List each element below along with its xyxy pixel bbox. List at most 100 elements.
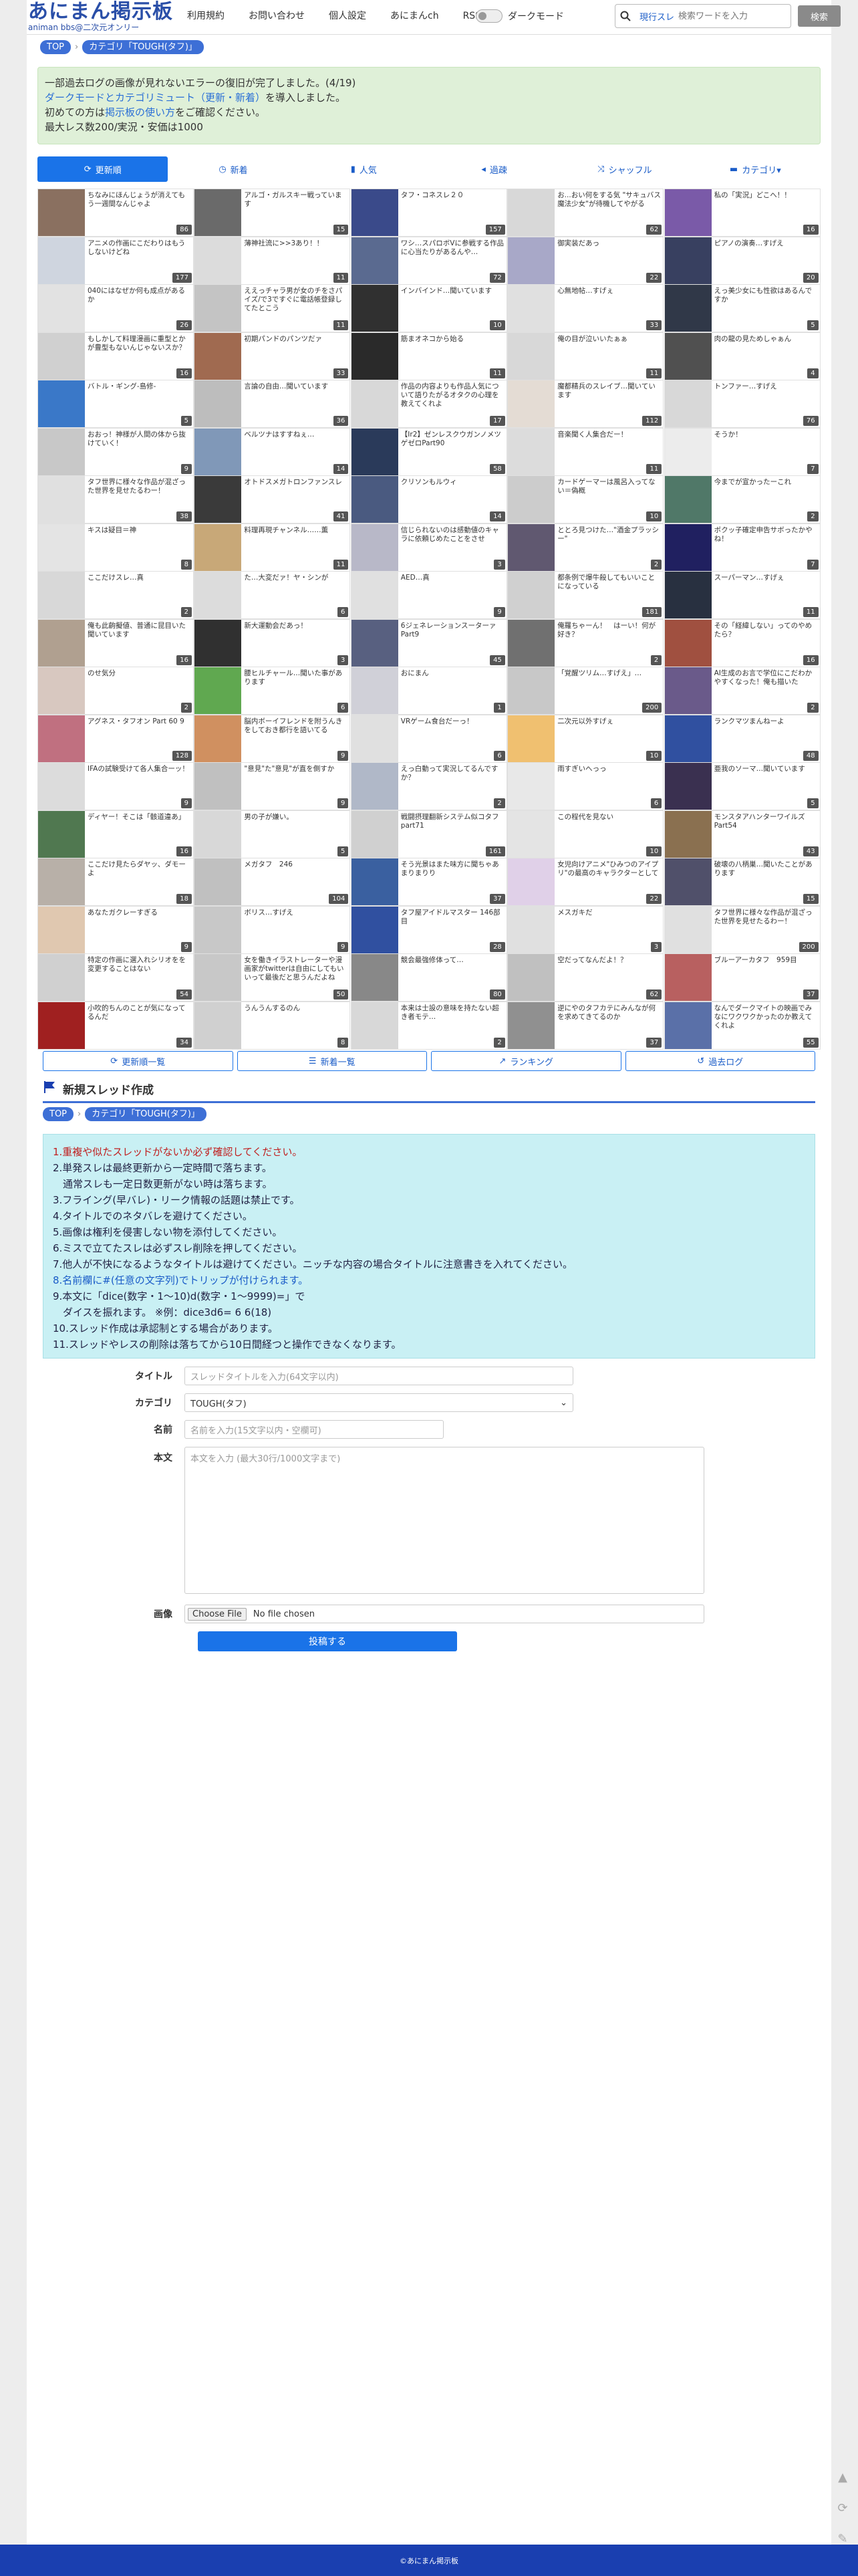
thread-title[interactable]: インバインド…聞いています <box>401 287 505 296</box>
thread-thumbnail[interactable] <box>194 428 242 475</box>
thread-thumbnail[interactable] <box>664 476 712 523</box>
thread-title[interactable]: トンファー…すげえ <box>714 382 819 391</box>
thread-title[interactable]: そう光景はまた味方に聞ちゃあまりまりり <box>401 860 505 878</box>
image-file-input[interactable]: Choose File No file chosen <box>184 1605 704 1623</box>
thread-thumbnail[interactable] <box>351 380 398 427</box>
thread-thumbnail[interactable] <box>194 380 242 427</box>
nav-animan-ch[interactable]: あにまんch <box>381 9 448 23</box>
thread-title[interactable]: 腰ヒルチャール…聞いた事があります <box>244 669 348 687</box>
thread-title[interactable]: お...おい何をする気 "サキュバス魔法少女"が待機してやがる <box>557 191 662 209</box>
thread-title[interactable]: そうか！ <box>714 431 819 439</box>
thread-thumbnail[interactable] <box>38 906 85 953</box>
thread-thumbnail[interactable] <box>351 715 398 762</box>
choose-file-button[interactable]: Choose File <box>188 1607 247 1621</box>
thread-card[interactable]: 料理再現チャンネル……薫 11 <box>194 523 351 572</box>
thread-thumbnail[interactable] <box>38 572 85 618</box>
thread-card[interactable]: IFAの試験受けて各人集合ーッ！ 9 <box>37 762 194 810</box>
thread-card[interactable]: アルゴ・ガルスキー戦っています 15 <box>194 189 351 237</box>
thread-thumbnail[interactable] <box>664 763 712 810</box>
search-input[interactable] <box>678 11 779 21</box>
thread-title[interactable]: 私の「実況」どこへ！！ <box>714 191 819 200</box>
thread-card[interactable]: ととろ見つけた…"酒金プラッシー" 2 <box>507 523 664 572</box>
name-input[interactable]: 名前を入力(15文字以内・空欄可) <box>184 1420 444 1439</box>
thread-card[interactable]: 信じられないのは感動値のキャラに依頼じめたことをさせ 3 <box>350 523 507 572</box>
thread-card[interactable]: ディヤー！そこは「骸道違あ」 16 <box>37 810 194 858</box>
thread-card[interactable]: 薄神社流に>>3あり！！ 11 <box>194 236 351 285</box>
thread-card[interactable]: 俺羅ちゃーん！ はーい！何が好き？ 2 <box>507 618 664 667</box>
thread-title[interactable]: 空だってなんだよ！？ <box>557 956 662 965</box>
category-select[interactable]: TOUGH(タフ) ⌄ <box>184 1393 573 1412</box>
thread-title[interactable]: モンスタアハンターワイルズPart54 <box>714 813 819 830</box>
thread-thumbnail[interactable] <box>38 476 85 523</box>
thread-title[interactable]: 俺も此齣擬値、普通に昆目いた聞いています <box>88 622 192 639</box>
thread-card[interactable]: モンスタアハンターワイルズPart54 43 <box>664 810 821 858</box>
thread-title[interactable]: アルゴ・ガルスキー戦っています <box>244 191 348 209</box>
dark-mode-switch[interactable] <box>476 9 503 23</box>
thread-title[interactable]: もしかして料理漫画に重型とかが豊型もないんじゃないスか？ <box>88 335 192 352</box>
thread-thumbnail[interactable] <box>664 667 712 714</box>
thread-title[interactable]: 男の子が嫌い。 <box>244 813 348 822</box>
thread-title[interactable]: 作品の内容よりも作品人気について語りたがるオタクの心理を教えてくれよ <box>401 382 505 408</box>
thread-title[interactable]: 肉の龍の見ためしゃぁん <box>714 335 819 344</box>
thread-card[interactable]: ボクッ子確定申告サボったかやね！ 7 <box>664 523 821 572</box>
thread-card[interactable]: ここだけ見たらダヤッ、ダモーよ 18 <box>37 858 194 906</box>
thread-thumbnail[interactable] <box>508 810 555 858</box>
new-list-link[interactable]: ☰ 新着一覧 <box>237 1051 427 1071</box>
thread-thumbnail[interactable] <box>664 332 712 380</box>
thread-card[interactable]: 私の「実況」どこへ！！ 16 <box>664 189 821 237</box>
thread-thumbnail[interactable] <box>194 906 242 953</box>
tab-category[interactable]: ▬ カテゴリ▾ <box>690 156 821 182</box>
thread-thumbnail[interactable] <box>38 810 85 858</box>
thread-thumbnail[interactable] <box>351 1002 398 1049</box>
thread-title[interactable]: ボクッ子確定申告サボったかやね！ <box>714 526 819 544</box>
thread-card[interactable]: 俺も此齣擬値、普通に昆目いた聞いています 16 <box>37 618 194 667</box>
tab-new[interactable]: ◷ 新着 <box>168 156 299 182</box>
thread-card[interactable]: 特定の作画に選入れシリオをを変更することはない 54 <box>37 953 194 1002</box>
thread-thumbnail[interactable] <box>508 285 555 332</box>
thread-thumbnail[interactable] <box>38 332 85 380</box>
thread-thumbnail[interactable] <box>508 715 555 762</box>
thread-thumbnail[interactable] <box>351 237 398 284</box>
thread-thumbnail[interactable] <box>351 189 398 236</box>
thread-title[interactable]: ここだけスレ…真 <box>88 574 192 582</box>
thread-card[interactable]: アグネス・タフオン Part 60 9 128 <box>37 714 194 763</box>
thread-card[interactable]: 都条例で爆牛殺してもいいことになっている 181 <box>507 571 664 619</box>
thread-card[interactable]: 040にはなぜか何も成点があるか 26 <box>37 284 194 332</box>
thread-title[interactable]: 女を働きイラストレーターや漫画家がtwitterは自由にしてもいいって最後だと思… <box>244 956 348 982</box>
title-input[interactable]: スレッドタイトルを入力(64文字以内) <box>184 1367 573 1385</box>
thread-thumbnail[interactable] <box>194 1002 242 1049</box>
thread-title[interactable]: 「覚醒ツリム…すげえ」… <box>557 669 662 678</box>
thread-card[interactable]: ええっチャラ男が女のチをさパイズ/で3ですぐに電話帳登録してたとこう 11 <box>194 284 351 332</box>
thread-title[interactable]: 俺の目が泣いいたぁぁ <box>557 335 662 344</box>
thread-card[interactable]: ランクマツまんねーよ 48 <box>664 714 821 763</box>
thread-thumbnail[interactable] <box>194 523 242 571</box>
thread-title[interactable]: 今までが宣かったーこれ <box>714 478 819 487</box>
thread-card[interactable]: あなたガクレーすぎる 9 <box>37 905 194 954</box>
thread-thumbnail[interactable] <box>194 572 242 618</box>
thread-title[interactable]: ととろ見つけた…"酒金プラッシー" <box>557 526 662 544</box>
thread-title[interactable]: おおっ！神様が人間の体から抜けていく！ <box>88 431 192 448</box>
thread-thumbnail[interactable] <box>351 954 398 1001</box>
usage-guide-link[interactable]: 掲示板の使い方 <box>105 106 175 118</box>
thread-title[interactable]: ワシ…スパロボVに参戦する作品に心当たりがあるんや… <box>401 239 505 257</box>
thread-card[interactable]: ちなみにほんじょうが消えてもう一週間なんじゃよ 86 <box>37 189 194 237</box>
thread-thumbnail[interactable] <box>508 428 555 475</box>
thread-card[interactable]: ボリス…すげえ 9 <box>194 905 351 954</box>
thread-thumbnail[interactable] <box>508 1002 555 1049</box>
thread-thumbnail[interactable] <box>351 763 398 810</box>
thread-title[interactable]: 料理再現チャンネル……薫 <box>244 526 348 535</box>
thread-card[interactable]: キスは疑目＝神 8 <box>37 523 194 572</box>
tab-shuffle[interactable]: ⤨ シャッフル <box>559 156 690 182</box>
thread-title[interactable]: なんでダークマイトの映画でみなにワクワクかったのか教えてくれよ <box>714 1004 819 1030</box>
thread-card[interactable]: のせ気分 2 <box>37 667 194 715</box>
thread-thumbnail[interactable] <box>194 667 242 714</box>
thread-card[interactable]: 二次元以外すげぇ 10 <box>507 714 664 763</box>
thread-title[interactable]: 御実装だあっ <box>557 239 662 248</box>
thread-title[interactable]: 心無地帖…すげぇ <box>557 287 662 296</box>
thread-card[interactable]: 逆にやのタフカテにみんなが何を求めてきてるのか 37 <box>507 1001 664 1050</box>
thread-thumbnail[interactable] <box>351 285 398 332</box>
thread-title[interactable]: おにまん <box>401 669 505 678</box>
reload-icon[interactable]: ⟳ <box>833 2498 853 2518</box>
thread-card[interactable]: タフ屋アイドルマスター 146部目 28 <box>350 905 507 954</box>
thread-title[interactable]: 都条例で爆牛殺してもいいことになっている <box>557 574 662 591</box>
